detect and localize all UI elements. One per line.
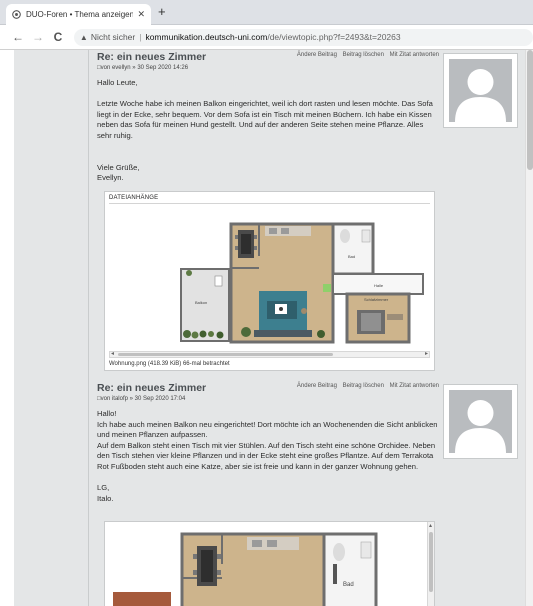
post-paragraph: Letzte Woche habe ich meinen Balkon eing… [97,99,433,140]
avatar[interactable] [443,384,518,459]
room-label: Halle [374,283,384,288]
back-button[interactable]: ← [8,30,28,44]
tab-title: DUO-Foren • Thema anzeigen - … [26,10,134,19]
delete-post-link[interactable]: Beitrag löschen [343,383,384,389]
edit-post-link[interactable]: Ändere Beitrag [297,383,337,389]
default-avatar-icon [449,390,512,453]
post-paragraph [97,473,439,484]
post-paragraph: Hallo Leute, [97,78,138,87]
post-paragraph: Italo. [97,493,114,503]
room-label: Bad [348,254,355,259]
scroll-up-icon[interactable]: ▴ [429,522,432,529]
post-paragraph [97,89,439,100]
attachment-vertical-scrollbar[interactable]: ▴ [427,522,434,606]
navigation-bar: ← → C ▲ Nicht sicher | kommunikation.deu… [0,25,533,50]
user-silhouette-icon [449,59,512,122]
vertical-scroll-thumb[interactable] [429,532,433,592]
floorplan-image[interactable]: Balkon Bad Halle Schlafzimmer [109,206,430,348]
quote-reply-link[interactable]: Mit Zitat antworten [390,383,439,389]
post-actions: Ändere Beitrag Beitrag löschen Mit Zitat… [293,383,439,389]
post-title[interactable]: Re: ein neues Zimmer [97,382,206,394]
horizontal-scroll-thumb[interactable] [118,353,333,356]
post-actions: Ändere Beitrag Beitrag löschen Mit Zitat… [293,52,439,58]
delete-post-link[interactable]: Beitrag löschen [343,52,384,58]
scroll-right-icon[interactable]: ▸ [425,350,428,357]
room-label: Balkon [195,300,207,305]
attachments-divider [109,203,430,204]
avatar[interactable] [443,53,518,128]
attachment-box: Bad ▴ [104,521,435,606]
room-label: Schlafzimmer [364,297,389,302]
post: Re: ein neues Zimmer Ändere Beitrag Beit… [97,382,439,522]
post-paragraph: Auf dem Balkon steht einen Tisch mit vie… [97,440,436,471]
quote-reply-link[interactable]: Mit Zitat antworten [390,52,439,58]
post-body: Hallo Leute, Letzte Woche habe ich meine… [97,78,439,184]
attachment-horizontal-scrollbar[interactable]: ◂ ▸ [109,351,430,358]
page-content: Re: ein neues Zimmer Ändere Beitrag Beit… [0,50,533,606]
post-paragraph: Hallo! [97,409,117,418]
room-label: Bad [343,582,354,588]
url-host: kommunikation.deutsch-uni.com [145,32,268,42]
tab-bar: DUO-Foren • Thema anzeigen - … ✕ + [0,0,533,25]
post-paragraph [97,152,439,163]
post: Re: ein neues Zimmer Ändere Beitrag Beit… [97,51,439,187]
forward-button[interactable]: → [28,30,48,44]
url-path: /de/viewtopic.php?f=2493&t=20263 [267,32,401,42]
browser-tab[interactable]: DUO-Foren • Thema anzeigen - … ✕ [6,4,151,25]
scroll-left-icon[interactable]: ◂ [111,350,114,357]
address-bar[interactable]: ▲ Nicht sicher | kommunikation.deutsch-u… [73,28,533,46]
security-label[interactable]: Nicht sicher [91,32,135,42]
post-meta: □von evellyn » 30 Sep 2020 14:26 [97,65,189,71]
post-paragraph: LG, [97,483,110,493]
attachment-box: DATEIANHÄNGE Balkon Bad Halle Schlafzimm… [104,191,435,371]
attachment-caption[interactable]: Wohnung.png (418.39 KiB) 66-mal betracht… [109,361,230,367]
warning-icon[interactable]: ▲ [80,33,88,42]
page-scrollbar-thumb[interactable] [527,50,533,170]
default-avatar-icon [449,59,512,122]
reload-button[interactable]: C [48,30,68,44]
post-paragraph: Evellyn. [97,173,124,183]
floorplan-image[interactable]: Bad [107,524,425,606]
close-tab-icon[interactable]: ✕ [137,9,145,20]
edit-post-link[interactable]: Ändere Beitrag [297,52,337,58]
post-title[interactable]: Re: ein neues Zimmer [97,51,206,63]
new-tab-button[interactable]: + [158,5,166,19]
post-paragraph: Viele Grüße, [97,162,140,172]
url-separator: | [139,32,142,42]
page-scrollbar[interactable] [525,50,533,606]
attachments-heading: DATEIANHÄNGE [109,195,159,201]
post-body: Hallo! Ich habe auch meinen Balkon neu e… [97,409,439,504]
post-meta: □von italofp » 30 Sep 2020 17:04 [97,396,186,402]
globe-icon [12,10,21,19]
post-paragraph: Ich habe auch meinen Balkon neu eingeric… [97,419,438,440]
column-divider [88,50,89,606]
user-silhouette-icon [449,390,512,453]
post-paragraph [97,142,439,153]
